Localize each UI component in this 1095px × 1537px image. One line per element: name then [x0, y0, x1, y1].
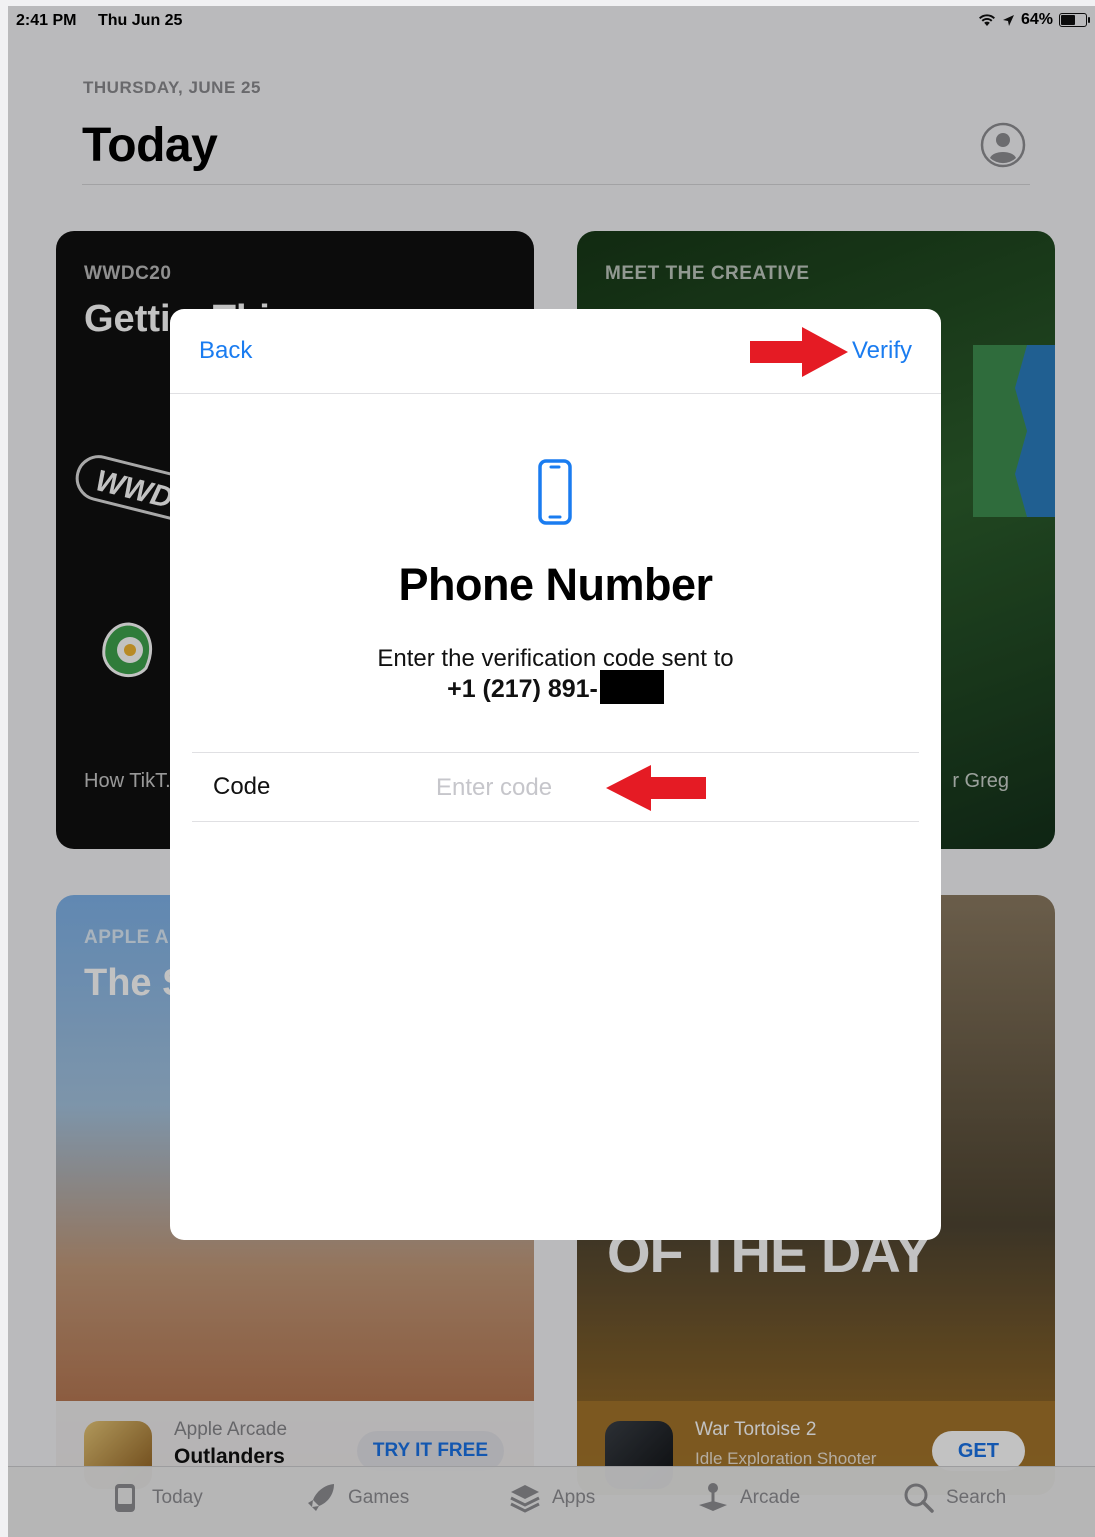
- code-row: Code: [192, 752, 919, 822]
- sheet-message: Enter the verification code sent to: [377, 645, 734, 672]
- back-button[interactable]: Back: [199, 337, 252, 365]
- verify-button[interactable]: Verify: [852, 337, 912, 365]
- code-label: Code: [213, 773, 271, 800]
- red-arrow-left-icon: [606, 765, 706, 811]
- sheet-title: Phone Number: [398, 559, 713, 610]
- iphone-icon: [538, 459, 572, 525]
- red-arrow-right-icon: [750, 327, 848, 377]
- phone-number: +1 (217) 891-: [170, 670, 941, 705]
- redaction-block: [599, 670, 664, 705]
- phone-verification-sheet: Back Verify Phone Number Enter the verif…: [170, 309, 941, 1240]
- phone-prefix: +1 (217) 891-: [447, 675, 598, 703]
